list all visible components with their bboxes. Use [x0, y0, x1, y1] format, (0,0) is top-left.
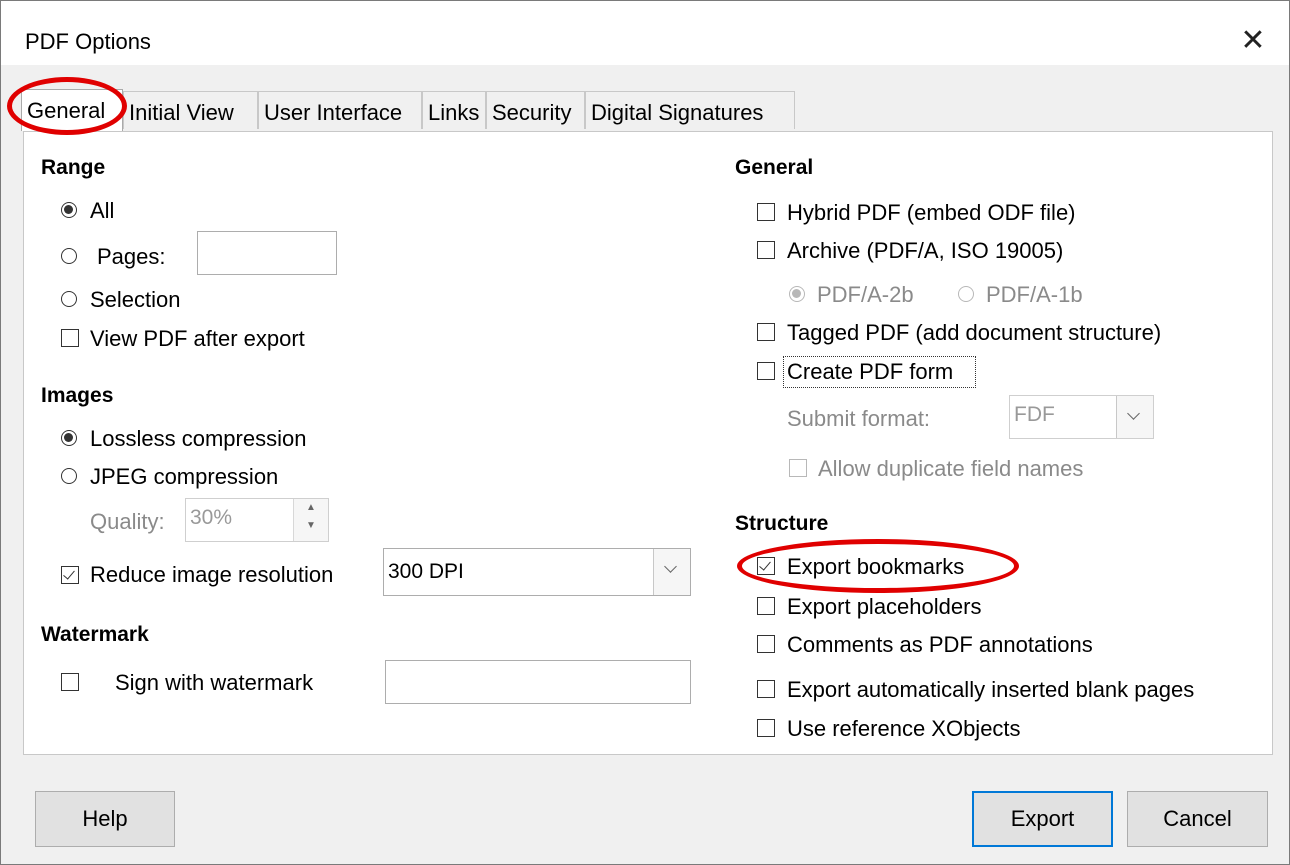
dpi-value: 300 DPI — [388, 560, 464, 583]
range-pages-label[interactable]: Pages: — [97, 244, 166, 270]
range-heading: Range — [41, 156, 106, 179]
comments-annotations-checkbox[interactable] — [757, 635, 775, 653]
blank-pages-label[interactable]: Export automatically inserted blank page… — [787, 677, 1194, 703]
lossless-radio[interactable] — [61, 430, 77, 446]
pdfa-2b-radio — [789, 286, 805, 302]
tab-initial-view[interactable]: Initial View — [123, 91, 258, 129]
tab-security[interactable]: Security — [486, 91, 585, 129]
watermark-label[interactable]: Sign with watermark — [115, 670, 313, 696]
archive-checkbox[interactable] — [757, 241, 775, 259]
tab-links[interactable]: Links — [422, 91, 486, 129]
general-heading: General — [735, 156, 814, 179]
allow-duplicate-label: Allow duplicate field names — [818, 456, 1084, 481]
annotation-ellipse-general-tab — [7, 77, 127, 135]
pdfa-1b-label: PDF/A-1b — [986, 282, 1083, 307]
pdfa-2b-label: PDF/A-2b — [817, 282, 914, 307]
reduce-resolution-label[interactable]: Reduce image resolution — [90, 562, 333, 588]
help-button[interactable]: Help — [35, 791, 175, 847]
quality-label: Quality: — [90, 509, 165, 534]
pages-input[interactable] — [197, 231, 337, 275]
watermark-heading: Watermark — [41, 623, 149, 646]
watermark-checkbox[interactable] — [61, 673, 79, 691]
close-icon[interactable]: ✕ — [1233, 21, 1273, 61]
hybrid-pdf-label[interactable]: Hybrid PDF (embed ODF file) — [787, 200, 1076, 226]
create-form-checkbox[interactable] — [757, 362, 775, 380]
annotation-ellipse-export-bookmarks — [737, 539, 1019, 593]
tab-user-interface[interactable]: User Interface — [258, 91, 422, 129]
title-bar: PDF Options ✕ — [1, 1, 1289, 65]
reference-xobjects-checkbox[interactable] — [757, 719, 775, 737]
images-heading: Images — [41, 384, 114, 407]
jpeg-label[interactable]: JPEG compression — [90, 464, 278, 490]
tagged-pdf-checkbox[interactable] — [757, 323, 775, 341]
export-placeholders-label[interactable]: Export placeholders — [787, 594, 981, 620]
reference-xobjects-label[interactable]: Use reference XObjects — [787, 716, 1021, 742]
view-pdf-label[interactable]: View PDF after export — [90, 326, 305, 352]
chevron-down-icon[interactable] — [653, 549, 690, 595]
submit-format-label: Submit format: — [787, 406, 931, 431]
export-placeholders-checkbox[interactable] — [757, 597, 775, 615]
comments-annotations-label[interactable]: Comments as PDF annotations — [787, 632, 1093, 658]
cancel-button[interactable]: Cancel — [1127, 791, 1268, 847]
dialog-title: PDF Options — [25, 29, 151, 54]
tab-digital-signatures[interactable]: Digital Signatures — [585, 91, 795, 129]
chevron-down-icon — [1116, 396, 1153, 438]
create-form-label[interactable]: Create PDF form — [787, 359, 953, 385]
pdf-options-dialog: PDF Options ✕ General Initial View User … — [0, 0, 1290, 865]
archive-label[interactable]: Archive (PDF/A, ISO 19005) — [787, 238, 1063, 264]
view-pdf-checkbox[interactable] — [61, 329, 79, 347]
spin-arrows-icon: ▲ ▼ — [293, 499, 328, 541]
submit-format-value: FDF — [1014, 403, 1055, 426]
reduce-resolution-checkbox[interactable] — [61, 566, 79, 584]
hybrid-pdf-checkbox[interactable] — [757, 203, 775, 221]
blank-pages-checkbox[interactable] — [757, 680, 775, 698]
dpi-dropdown[interactable]: 300 DPI — [383, 548, 691, 596]
structure-heading: Structure — [735, 512, 829, 535]
lossless-label[interactable]: Lossless compression — [90, 426, 306, 452]
range-selection-label[interactable]: Selection — [90, 287, 181, 313]
quality-spinbox: 30% ▲ ▼ — [185, 498, 329, 542]
allow-duplicate-checkbox — [789, 459, 807, 477]
export-button[interactable]: Export — [972, 791, 1113, 847]
tagged-pdf-label[interactable]: Tagged PDF (add document structure) — [787, 320, 1161, 346]
pdfa-1b-radio — [958, 286, 974, 302]
submit-format-dropdown: FDF — [1009, 395, 1154, 439]
watermark-input[interactable] — [385, 660, 691, 704]
quality-value: 30% — [190, 506, 233, 529]
jpeg-radio[interactable] — [61, 468, 77, 484]
range-all-label[interactable]: All — [90, 198, 114, 224]
range-pages-radio[interactable] — [61, 248, 77, 264]
range-selection-radio[interactable] — [61, 291, 77, 307]
range-all-radio[interactable] — [61, 202, 77, 218]
